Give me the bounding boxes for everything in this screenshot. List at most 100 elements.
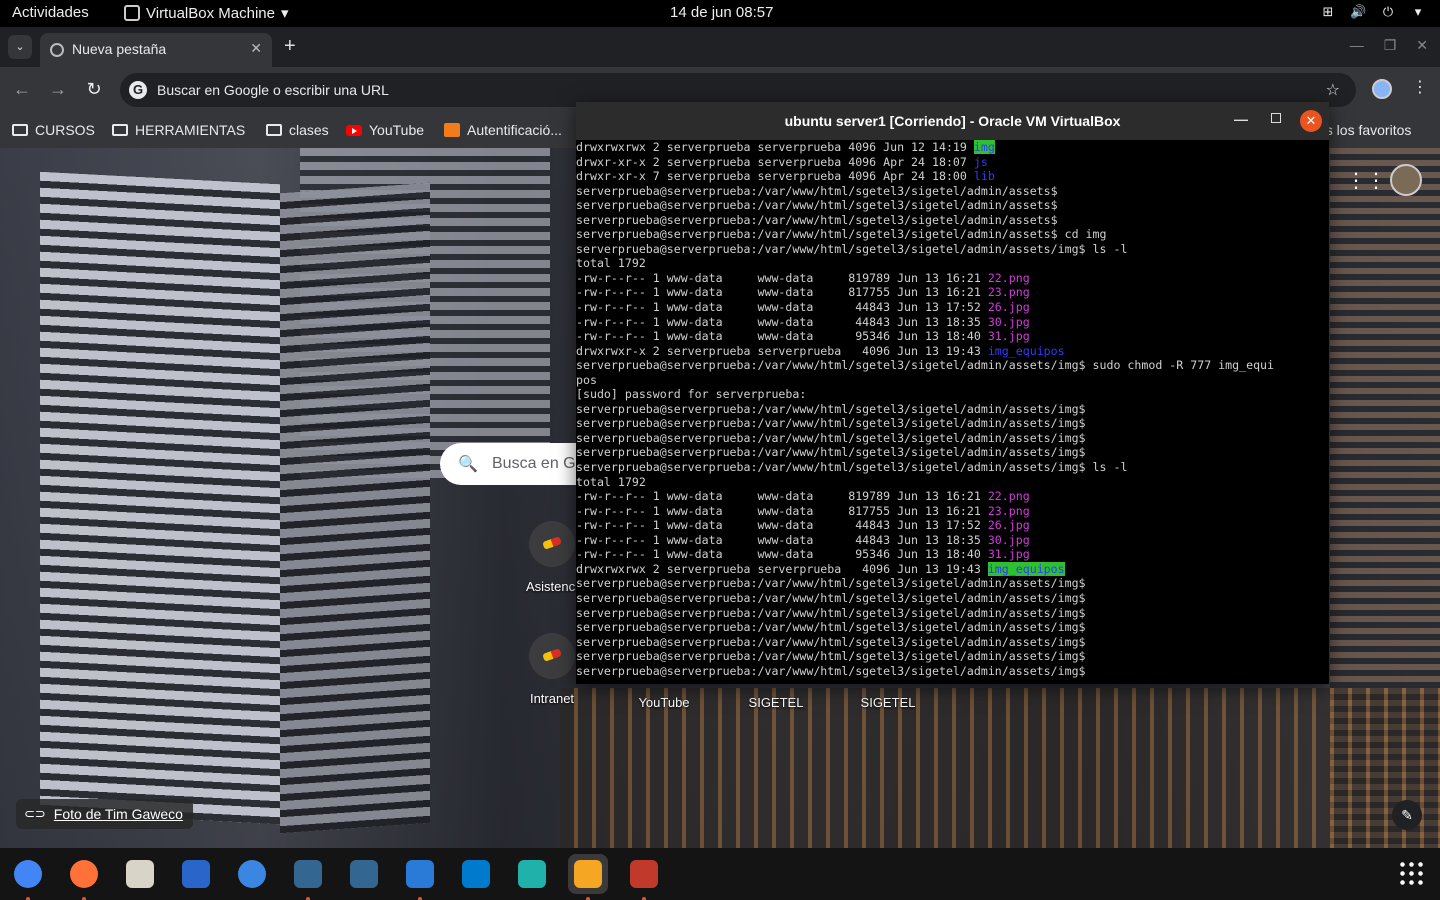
tab-new-tab[interactable]: Nueva pestaña ✕ bbox=[40, 33, 272, 67]
dock-item[interactable] bbox=[8, 854, 48, 900]
tab-search-button[interactable]: ⌄ bbox=[8, 35, 32, 59]
maximize-icon[interactable] bbox=[1271, 113, 1281, 123]
chrome-icon bbox=[14, 860, 42, 888]
dock-item[interactable] bbox=[64, 854, 104, 900]
terminal-text: serverprueba@serverprueba:/var/www/html/… bbox=[576, 605, 1086, 620]
terminal-text: serverprueba@serverprueba:/var/www/html/… bbox=[576, 620, 1086, 635]
terminal-text: serverprueba@serverprueba:/var/www/html/… bbox=[576, 198, 1058, 213]
vm-terminal[interactable]: drwxrwxrwx 2 serverprueba serverprueba 4… bbox=[576, 140, 1329, 684]
terminal-text: -rw-r--r-- 1 www-data www-data 44843 Jun… bbox=[576, 300, 988, 315]
shortcut-sigetel[interactable]: SIGETEL bbox=[726, 695, 826, 710]
bookmark-folder-herramientas[interactable]: HERRAMIENTAS bbox=[112, 122, 245, 138]
wallpaper-building bbox=[280, 182, 430, 834]
dock-item[interactable] bbox=[624, 854, 664, 900]
terminal-text: serverprueba@serverprueba:/var/www/html/… bbox=[576, 430, 1086, 445]
terminal-filename: lib bbox=[973, 169, 995, 184]
close-icon[interactable]: ✕ bbox=[1416, 37, 1428, 54]
thunderbird-icon bbox=[238, 860, 266, 888]
dock-item[interactable] bbox=[344, 854, 384, 894]
all-bookmarks-button[interactable]: os los favoritos bbox=[1318, 122, 1411, 138]
terminal-text: -rw-r--r-- 1 www-data www-data 95346 Jun… bbox=[576, 329, 988, 344]
maximize-icon[interactable]: ❐ bbox=[1384, 37, 1397, 54]
tab-title: Nueva pestaña bbox=[72, 41, 167, 57]
app-menu-label: VirtualBox Machine bbox=[146, 4, 275, 22]
dock-item[interactable] bbox=[512, 854, 552, 894]
terminal-text: [sudo] password for serverprueba: bbox=[576, 387, 807, 402]
menu-kebab-icon[interactable]: ⋮ bbox=[1412, 77, 1428, 97]
dock-item[interactable] bbox=[456, 854, 496, 894]
terminal-text: -rw-r--r-- 1 www-data www-data 817755 Ju… bbox=[576, 503, 988, 518]
back-arrow-icon[interactable]: ← bbox=[12, 79, 32, 100]
terminal-text: -rw-r--r-- 1 www-data www-data 819789 Ju… bbox=[576, 489, 988, 504]
terminal-line: serverprueba@serverprueba:/var/www/html/… bbox=[576, 242, 1329, 257]
bookmark-label: Autentificació... bbox=[467, 122, 562, 138]
terminal-text: serverprueba@serverprueba:/var/www/html/… bbox=[576, 460, 1128, 475]
terminal-line: serverprueba@serverprueba:/var/www/html/… bbox=[576, 402, 1329, 417]
shortcut-sigetel[interactable]: SIGETEL bbox=[838, 695, 938, 710]
chevron-down-icon[interactable]: ▾ bbox=[1410, 4, 1426, 20]
terminal-line: drwxrwxr-x 2 serverprueba serverprueba 4… bbox=[576, 344, 1329, 359]
activities-button[interactable]: Actividades bbox=[12, 4, 89, 21]
shortcut-youtube[interactable]: YouTube bbox=[614, 695, 714, 710]
terminal-text: drwxrwxrwx 2 serverprueba serverprueba 4… bbox=[576, 140, 974, 154]
close-icon[interactable]: ✕ bbox=[1300, 110, 1322, 132]
chrome-favicon-icon bbox=[50, 43, 64, 57]
photo-credit-link[interactable]: ⊂⊃ Foto de Tim Gaweco bbox=[16, 799, 193, 829]
power-icon[interactable]: ⏻ bbox=[1380, 4, 1396, 20]
bookmark-label: HERRAMIENTAS bbox=[135, 122, 246, 138]
profile-avatar[interactable] bbox=[1372, 79, 1392, 99]
app-menu[interactable]: VirtualBox Machine ▾ bbox=[124, 4, 289, 22]
volume-icon[interactable]: 🔊 bbox=[1350, 4, 1366, 20]
terminal-text: pos bbox=[576, 372, 597, 387]
forward-arrow-icon[interactable]: → bbox=[48, 79, 68, 100]
omnibox-placeholder[interactable]: Buscar en Google o escribir una URL bbox=[157, 82, 389, 98]
bookmark-folder-cursos[interactable]: CURSOS bbox=[12, 122, 95, 138]
terminal-filename: 31.jpg bbox=[987, 547, 1030, 562]
terminal-filename: 30.jpg bbox=[987, 314, 1030, 329]
terminal-line: drwxr-xr-x 2 serverprueba serverprueba 4… bbox=[576, 155, 1329, 170]
close-icon[interactable]: ✕ bbox=[250, 40, 262, 57]
new-tab-button[interactable]: + bbox=[284, 35, 296, 58]
ntp-search-placeholder: Busca en G bbox=[492, 455, 576, 472]
terminal-filename: js bbox=[973, 154, 988, 169]
terminal-line: -rw-r--r-- 1 www-data www-data 44843 Jun… bbox=[576, 533, 1329, 548]
terminal-line: total 1792 bbox=[576, 475, 1329, 490]
terminal-filename: img_equipos bbox=[987, 343, 1065, 358]
terminal-text: serverprueba@serverprueba:/var/www/html/… bbox=[576, 358, 1275, 373]
terminal-line: serverprueba@serverprueba:/var/www/html/… bbox=[576, 460, 1329, 475]
grid-icon[interactable] bbox=[1398, 860, 1424, 886]
terminal-line: -rw-r--r-- 1 www-data www-data 817755 Ju… bbox=[576, 504, 1329, 519]
clock[interactable]: 14 de jun 08:57 bbox=[670, 4, 773, 21]
dock-item[interactable] bbox=[288, 854, 328, 900]
dock-item[interactable] bbox=[568, 854, 608, 900]
terminal-line: pos bbox=[576, 373, 1329, 388]
terminal-line: serverprueba@serverprueba:/var/www/html/… bbox=[576, 184, 1329, 199]
customize-pencil-icon[interactable]: ✎ bbox=[1392, 800, 1422, 830]
dock-item[interactable] bbox=[400, 854, 440, 900]
bookmark-youtube[interactable]: YouTube bbox=[346, 122, 424, 138]
dock-item[interactable] bbox=[176, 854, 216, 894]
google-account-avatar[interactable] bbox=[1390, 164, 1422, 196]
terminal-filename: 30.jpg bbox=[987, 532, 1030, 547]
terminal-text: drwxr-xr-x 7 serverprueba serverprueba 4… bbox=[576, 169, 974, 184]
folder-icon bbox=[112, 124, 128, 136]
minimize-icon[interactable]: — bbox=[1350, 37, 1364, 54]
bookmark-autentificacion[interactable]: Autentificació... bbox=[444, 122, 562, 138]
dock-item[interactable] bbox=[232, 854, 272, 894]
terminal-line: -rw-r--r-- 1 www-data www-data 819789 Ju… bbox=[576, 489, 1329, 504]
bookmark-star-icon[interactable]: ☆ bbox=[1326, 80, 1340, 100]
terminal-text: -rw-r--r-- 1 www-data www-data 817755 Ju… bbox=[576, 285, 988, 300]
shortcut-label: SIGETEL bbox=[748, 695, 804, 710]
network-icon[interactable]: ⊞ bbox=[1320, 4, 1336, 20]
vbox-titlebar[interactable]: ubuntu server1 [Corriendo] - Oracle VM V… bbox=[576, 102, 1329, 140]
terminal-line: -rw-r--r-- 1 www-data www-data 44843 Jun… bbox=[576, 315, 1329, 330]
terminal-text: serverprueba@serverprueba:/var/www/html/… bbox=[576, 445, 1086, 460]
system-tray[interactable]: ⊞ 🔊 ⏻ ▾ bbox=[1320, 4, 1426, 20]
terminal-line: serverprueba@serverprueba:/var/www/html/… bbox=[576, 431, 1329, 446]
firefox-icon bbox=[70, 860, 98, 888]
wallpaper-city-lights bbox=[560, 688, 1440, 848]
minimize-icon[interactable]: — bbox=[1234, 111, 1248, 127]
bookmark-folder-clases[interactable]: clases bbox=[266, 122, 329, 138]
dock-item[interactable] bbox=[120, 854, 160, 894]
reload-icon[interactable]: ↻ bbox=[84, 79, 104, 100]
